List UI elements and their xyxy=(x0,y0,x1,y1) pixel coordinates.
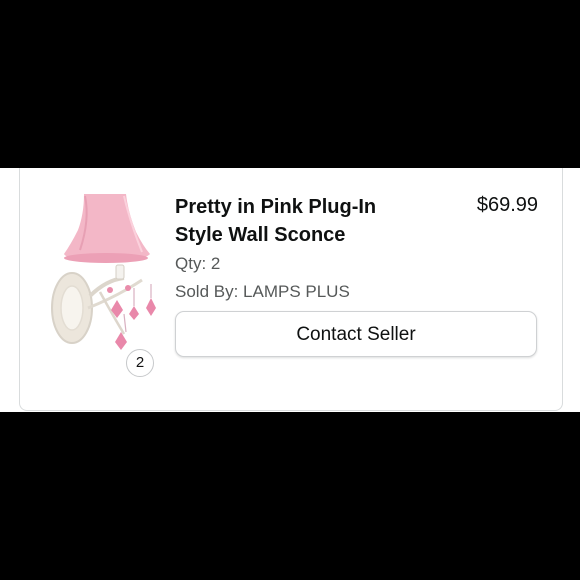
product-image[interactable] xyxy=(42,192,172,362)
sold-by-label: Sold By: LAMPS PLUS xyxy=(175,282,350,301)
product-price: $69.99 xyxy=(476,194,538,216)
screen: p· , · p· , xyxy=(0,0,580,580)
contact-seller-button[interactable]: Contact Seller xyxy=(175,311,537,357)
image-quantity-badge: 2 xyxy=(126,349,154,377)
pink-wall-sconce-image xyxy=(51,194,156,350)
content-area: p· , · p· , xyxy=(0,168,580,412)
product-title[interactable]: Pretty in Pink Plug-In Style Wall Sconce xyxy=(175,193,425,249)
order-item-card: 2 Pretty in Pink Plug-In Style Wall Scon… xyxy=(19,168,563,411)
quantity-label: Qty: 2 xyxy=(175,254,221,273)
